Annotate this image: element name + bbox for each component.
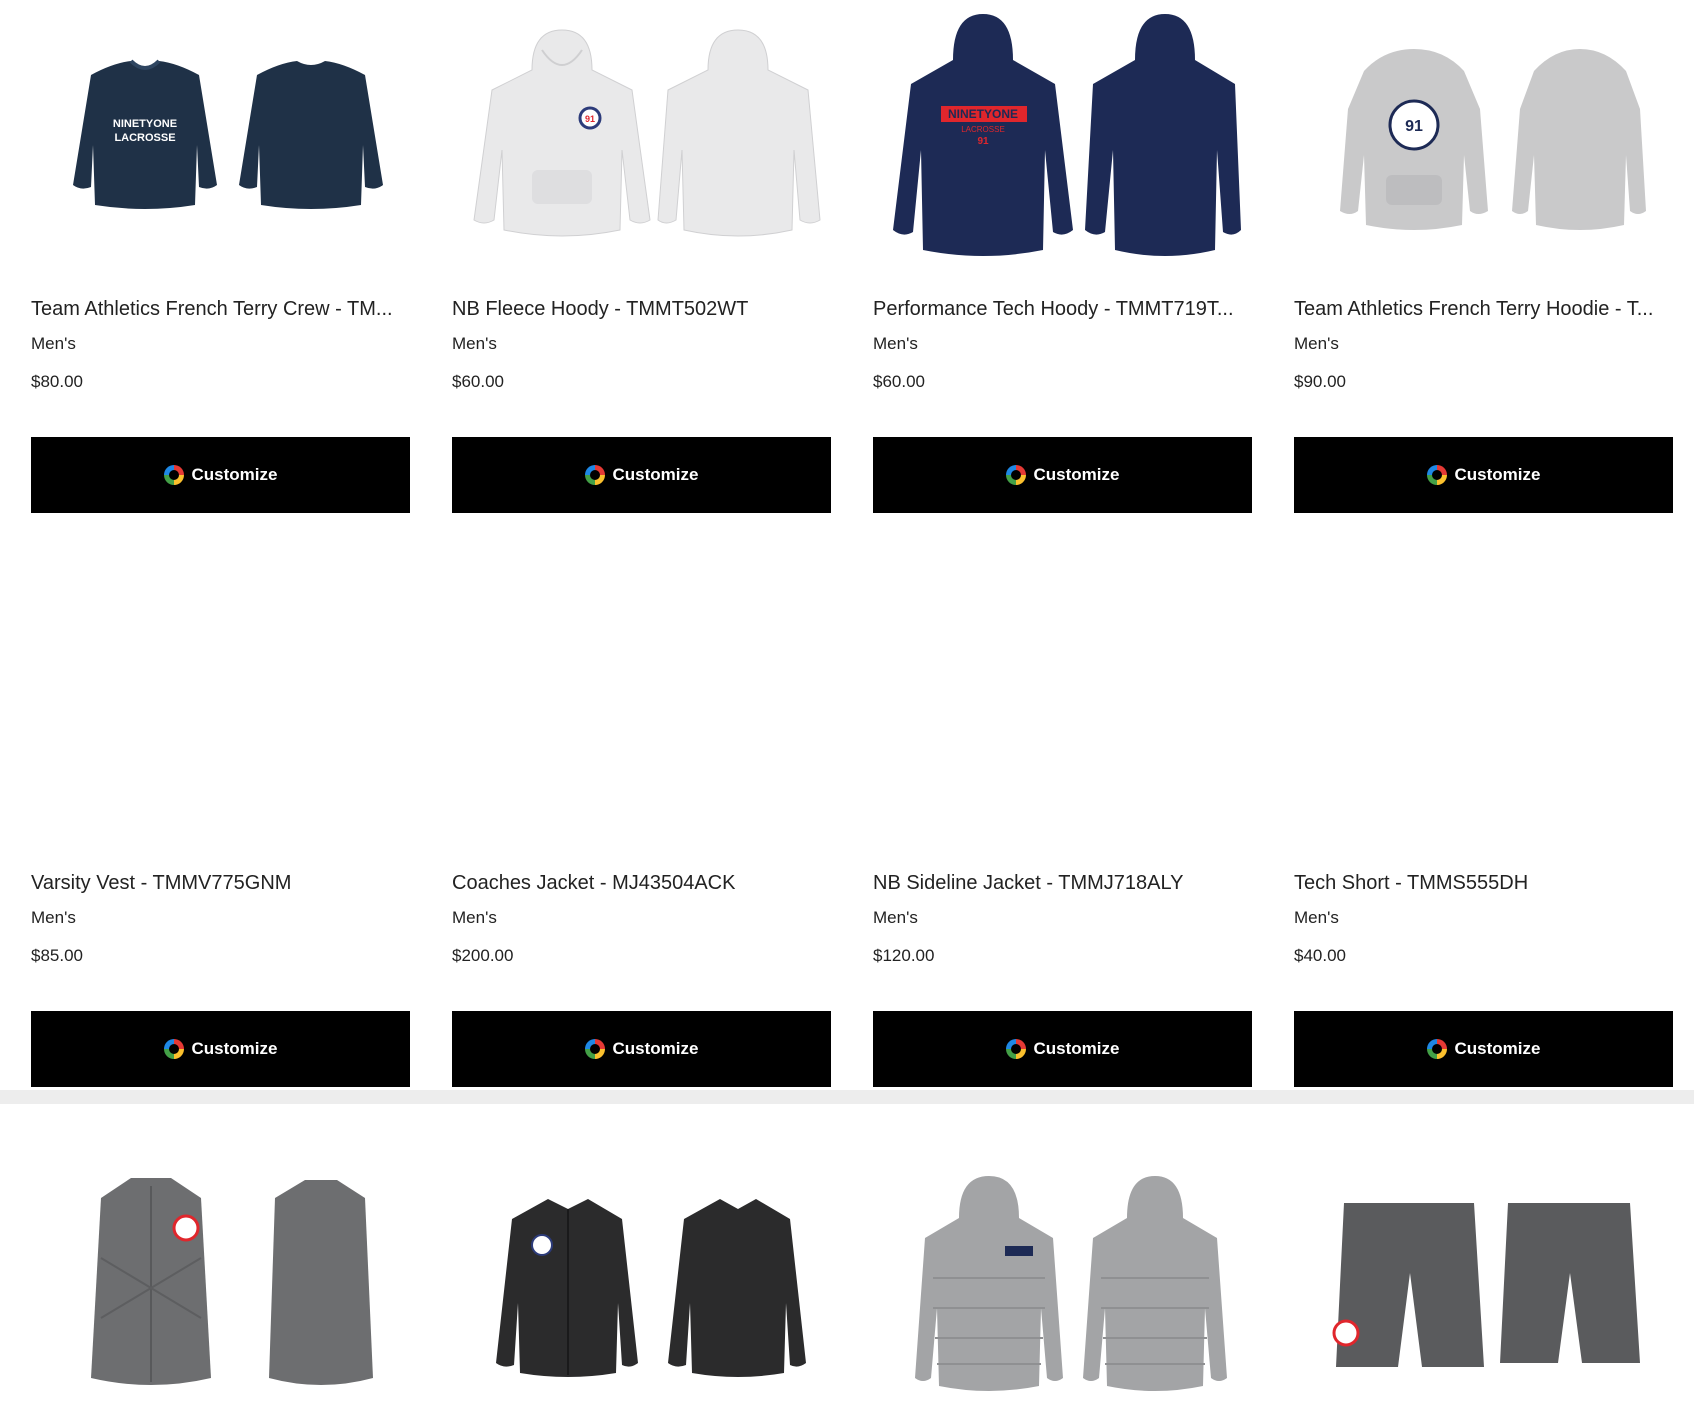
customize-button[interactable]: Customize bbox=[31, 437, 410, 513]
product-title[interactable]: Varsity Vest - TMMV775GNM bbox=[31, 872, 410, 895]
product-card[interactable]: 91 NB Fleece Hoody - TMMT502WT Men's $60… bbox=[452, 0, 831, 574]
product-price: $200.00 bbox=[452, 946, 514, 965]
product-category: Men's bbox=[873, 334, 918, 353]
customize-button[interactable]: Customize bbox=[1294, 1011, 1673, 1087]
product-card[interactable]: Varsity Vest - TMMV775GNM Men's $85.00 C… bbox=[31, 574, 410, 1385]
product-card[interactable]: NINETYONE LACROSSE 91 Performance Tech H… bbox=[873, 0, 1252, 574]
color-wheel-icon bbox=[584, 465, 605, 485]
product-image[interactable]: 91 bbox=[1294, 0, 1673, 270]
customize-button[interactable]: Customize bbox=[873, 437, 1252, 513]
page-footer-strip bbox=[0, 1090, 1694, 1104]
product-card[interactable]: Coaches Jacket - MJ43504ACK Men's $200.0… bbox=[452, 574, 831, 1377]
customize-label: Customize bbox=[612, 465, 699, 484]
svg-text:91: 91 bbox=[584, 114, 594, 124]
product-image[interactable] bbox=[31, 1148, 410, 1418]
shorts-icon bbox=[1332, 1203, 1640, 1367]
svg-text:NINETYONE: NINETYONE bbox=[947, 107, 1017, 121]
customize-button[interactable]: Customize bbox=[873, 1011, 1252, 1087]
svg-text:91: 91 bbox=[977, 136, 989, 147]
color-wheel-icon bbox=[1426, 465, 1447, 485]
hoodie-icon: 91 bbox=[1339, 49, 1646, 230]
customize-button[interactable]: Customize bbox=[452, 1011, 831, 1087]
product-image[interactable] bbox=[873, 1148, 1252, 1418]
customize-label: Customize bbox=[1454, 1039, 1541, 1058]
product-card[interactable]: Tech Short - TMMS555DH Men's $40.00 Cust… bbox=[1294, 574, 1673, 1367]
product-title[interactable]: Team Athletics French Terry Crew - TM... bbox=[31, 298, 410, 321]
product-price: $60.00 bbox=[873, 372, 925, 391]
product-category: Men's bbox=[873, 908, 918, 927]
color-wheel-icon bbox=[163, 1039, 184, 1059]
product-title[interactable]: Team Athletics French Terry Hoodie - T..… bbox=[1294, 298, 1673, 321]
product-image[interactable]: NINETYONE LACROSSE bbox=[31, 0, 410, 270]
color-wheel-icon bbox=[584, 1039, 605, 1059]
product-price: $60.00 bbox=[452, 372, 504, 391]
customize-label: Customize bbox=[1033, 465, 1120, 484]
product-category: Men's bbox=[31, 908, 76, 927]
product-title[interactable]: Tech Short - TMMS555DH bbox=[1294, 872, 1673, 895]
svg-text:LACROSSE: LACROSSE bbox=[961, 125, 1005, 134]
color-wheel-icon bbox=[1005, 1039, 1026, 1059]
product-category: Men's bbox=[1294, 908, 1339, 927]
product-image[interactable] bbox=[1294, 1148, 1673, 1418]
product-price: $80.00 bbox=[31, 372, 83, 391]
customize-label: Customize bbox=[191, 465, 278, 484]
crewneck-sweatshirt-icon: NINETYONE LACROSSE bbox=[72, 59, 383, 209]
product-category: Men's bbox=[1294, 334, 1339, 353]
product-price: $90.00 bbox=[1294, 372, 1346, 391]
crew-graphic-line2: LACROSSE bbox=[114, 132, 175, 144]
color-wheel-icon bbox=[1426, 1039, 1447, 1059]
product-title[interactable]: Performance Tech Hoody - TMMT719T... bbox=[873, 298, 1252, 321]
customize-label: Customize bbox=[612, 1039, 699, 1058]
customize-button[interactable]: Customize bbox=[452, 437, 831, 513]
product-category: Men's bbox=[31, 334, 76, 353]
product-title[interactable]: NB Sideline Jacket - TMMJ718ALY bbox=[873, 872, 1252, 895]
product-grid: NINETYONE LACROSSE Team Athletics French… bbox=[31, 0, 1673, 1391]
color-wheel-icon bbox=[1005, 465, 1026, 485]
product-image[interactable]: NINETYONE LACROSSE 91 bbox=[873, 0, 1252, 270]
customize-label: Customize bbox=[191, 1039, 278, 1058]
product-category: Men's bbox=[452, 334, 497, 353]
product-card[interactable]: NINETYONE LACROSSE Team Athletics French… bbox=[31, 0, 410, 574]
product-category: Men's bbox=[452, 908, 497, 927]
product-title[interactable]: Coaches Jacket - MJ43504ACK bbox=[452, 872, 831, 895]
product-card[interactable]: NB Sideline Jacket - TMMJ718ALY Men's $1… bbox=[873, 574, 1252, 1391]
color-wheel-icon bbox=[163, 465, 184, 485]
svg-text:91: 91 bbox=[1405, 118, 1423, 135]
product-price: $40.00 bbox=[1294, 946, 1346, 965]
vest-icon bbox=[90, 1178, 373, 1385]
product-image[interactable]: 91 bbox=[452, 0, 831, 270]
product-title[interactable]: NB Fleece Hoody - TMMT502WT bbox=[452, 298, 831, 321]
customize-label: Customize bbox=[1033, 1039, 1120, 1058]
product-price: $85.00 bbox=[31, 946, 83, 965]
product-price: $120.00 bbox=[873, 946, 935, 965]
jacket-icon bbox=[495, 1199, 806, 1377]
puffer-jacket-icon bbox=[914, 1176, 1227, 1391]
customize-button[interactable]: Customize bbox=[1294, 437, 1673, 513]
customize-button[interactable]: Customize bbox=[31, 1011, 410, 1087]
crew-graphic-line1: NINETYONE bbox=[112, 118, 176, 130]
product-card[interactable]: 91 Team Athletics French Terry Hoodie - … bbox=[1294, 0, 1673, 574]
customize-label: Customize bbox=[1454, 465, 1541, 484]
hoodie-icon: NINETYONE LACROSSE 91 bbox=[892, 14, 1241, 256]
product-image[interactable] bbox=[452, 1148, 831, 1418]
hoodie-icon: 91 bbox=[472, 29, 821, 237]
